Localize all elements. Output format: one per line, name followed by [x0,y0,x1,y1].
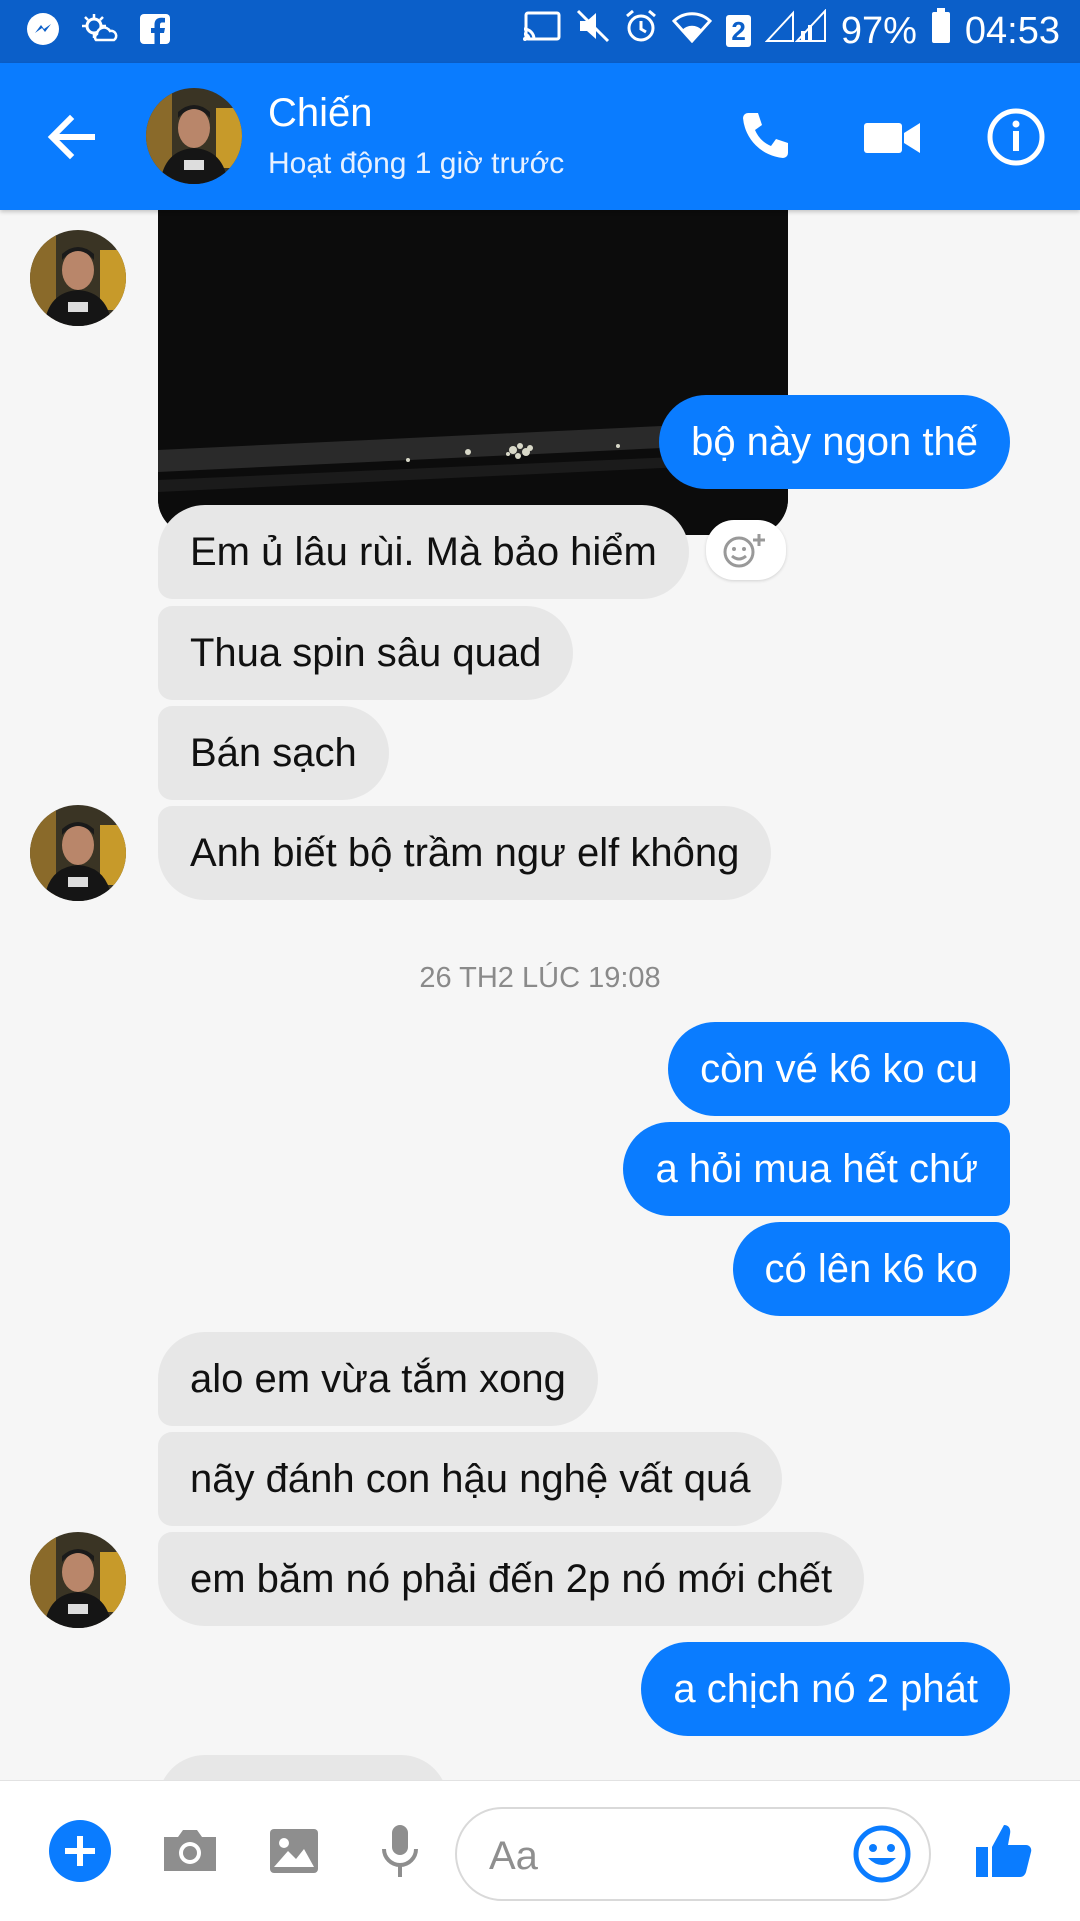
contact-avatar[interactable] [146,88,242,184]
message-incoming[interactable]: em băm nó phải đến 2p nó mới chết [158,1532,865,1626]
battery-icon [931,8,951,54]
conversation-header: Chiến Hoạt động 1 giờ trước [0,63,1080,210]
video-call-button[interactable] [858,103,926,171]
like-button[interactable] [972,1819,1036,1883]
signal-icon [764,8,827,53]
voice-call-button[interactable] [730,103,798,171]
alarm-icon [624,9,658,53]
contact-name[interactable]: Chiến [268,91,373,136]
sender-avatar[interactable] [30,230,126,326]
message-list[interactable]: bộ này ngon thế Em ủ lâu rùi. Mà bảo hiể… [0,210,1080,1780]
message-incoming[interactable]: alo em vừa tắm xong [158,1332,598,1426]
message-incoming[interactable]: Anh biết bộ trầm ngư elf không [158,806,772,900]
message-incoming[interactable]: Em ủ lâu rùi. Mà bảo hiểm [158,505,689,599]
emoji-button[interactable] [851,1823,913,1885]
cast-icon [522,10,562,53]
message-composer [0,1780,1080,1921]
message-outgoing[interactable]: bộ này ngon thế [659,395,1010,489]
sender-avatar[interactable] [30,1532,126,1628]
more-actions-button[interactable] [48,1819,112,1883]
active-status: Hoạt động 1 giờ trước [268,147,565,180]
message-incoming[interactable]: nãy đánh con hậu nghệ vất quá [158,1432,783,1526]
message-timestamp: 26 TH2 LÚC 19:08 [419,962,661,994]
back-button[interactable] [40,105,104,169]
message-input[interactable] [487,1827,831,1885]
message-outgoing[interactable]: có lên k6 ko [732,1222,1010,1316]
gallery-button[interactable] [262,1819,326,1883]
clock: 04:53 [964,9,1060,52]
mute-icon [576,9,610,53]
message-outgoing[interactable]: a chịch nó 2 phát [641,1642,1010,1736]
message-incoming-partial[interactable] [158,1755,448,1780]
battery-percent: 97% [840,9,917,52]
message-outgoing[interactable]: a hỏi mua hết chứ [623,1122,1010,1216]
wifi-icon [672,10,713,53]
add-reaction-button[interactable] [706,520,786,580]
facebook-icon [136,10,174,48]
camera-button[interactable] [158,1819,222,1883]
sender-avatar[interactable] [30,805,126,901]
message-incoming[interactable]: Thua spin sâu quad [158,606,574,700]
message-input-container[interactable] [455,1807,931,1901]
sim-badge: 2 [726,15,751,47]
message-incoming[interactable]: Bán sạch [158,706,389,800]
weather-icon [80,10,118,48]
info-button[interactable] [982,103,1050,171]
message-outgoing[interactable]: còn vé k6 ko cu [668,1022,1010,1116]
messenger-notification-icon [24,10,62,48]
microphone-button[interactable] [368,1819,432,1883]
status-bar: 2 97% 04:53 [0,0,1080,63]
